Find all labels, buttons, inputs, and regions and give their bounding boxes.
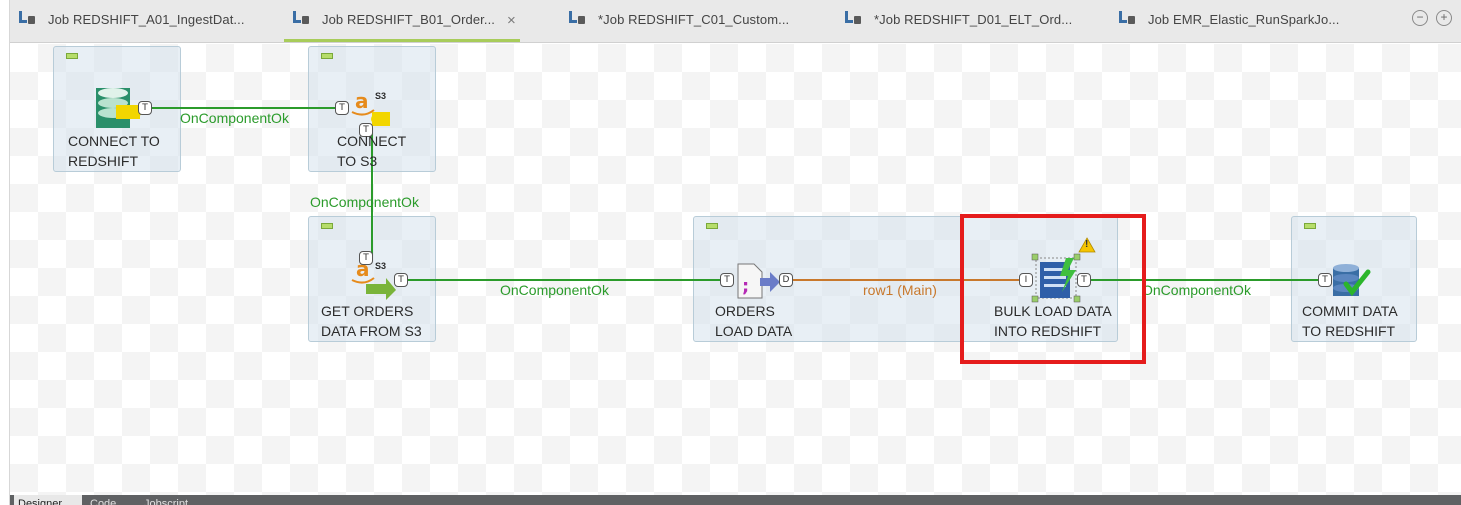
tab-label: Job EMR_Elastic_RunSparkJo... <box>1148 12 1340 27</box>
minimize-icon[interactable]: − <box>1412 10 1428 26</box>
label-line: TO S3 <box>337 153 378 169</box>
flow-label-oncomponentok[interactable]: OnComponentOk <box>310 194 419 210</box>
subjob-collapse-icon[interactable] <box>66 53 78 59</box>
job-icon <box>19 11 35 24</box>
subjob-collapse-icon[interactable] <box>706 223 718 229</box>
trigger-port[interactable]: T <box>720 273 734 287</box>
trigger-port[interactable]: T <box>359 251 373 265</box>
flow-label-oncomponentok[interactable]: OnComponentOk <box>1142 282 1251 298</box>
tab-jobscript[interactable]: Jobscript <box>140 495 210 505</box>
label-line: CONNECT TO <box>68 133 160 149</box>
tab-label: *Job REDSHIFT_D01_ELT_Ord... <box>874 12 1073 27</box>
trigger-port[interactable]: T <box>138 101 152 115</box>
subjob-collapse-icon[interactable] <box>1304 223 1316 229</box>
label-line: TO REDSHIFT <box>1302 323 1396 339</box>
job-icon <box>845 11 861 24</box>
subjob-collapse-icon[interactable] <box>321 223 333 229</box>
tab-job-emr-elastic[interactable]: Job EMR_Elastic_RunSparkJo... <box>1118 8 1339 42</box>
tab-job-redshift-d01[interactable]: *Job REDSHIFT_D01_ELT_Ord... <box>844 8 1072 42</box>
s3-badge: S3 <box>375 261 387 271</box>
active-tab-indicator <box>284 39 520 42</box>
tab-job-redshift-c01[interactable]: *Job REDSHIFT_C01_Custom... <box>568 8 789 42</box>
label-line: DATA FROM S3 <box>321 323 422 339</box>
job-icon <box>293 11 309 24</box>
flow-label-oncomponentok[interactable]: OnComponentOk <box>180 110 289 126</box>
label-line: LOAD DATA <box>715 323 793 339</box>
flow-label-row1-main[interactable]: row1 (Main) <box>863 282 937 298</box>
flow-label-oncomponentok[interactable]: OnComponentOk <box>500 282 609 298</box>
s3-badge: S3 <box>375 91 387 101</box>
editor-bottom-tabs: Designer Code Jobscript <box>10 495 1461 505</box>
left-border <box>0 0 10 505</box>
editor-tab-bar: Job REDSHIFT_A01_IngestDat... Job REDSHI… <box>10 0 1461 43</box>
job-icon <box>1119 11 1135 24</box>
tab-code[interactable]: Code <box>86 495 136 505</box>
component-label-connect-s3: CONNECT TO S3 <box>337 131 406 171</box>
highlight-box <box>960 214 1146 364</box>
tab-label: Job REDSHIFT_B01_Order... <box>322 12 496 27</box>
component-label-orders-load: ORDERS LOAD DATA <box>715 301 792 341</box>
close-icon[interactable]: × <box>507 12 516 29</box>
talend-job-designer: Job REDSHIFT_A01_IngestDat... Job REDSHI… <box>0 0 1461 505</box>
trigger-port[interactable]: T <box>1318 273 1332 287</box>
label-line: CONNECT <box>337 133 407 149</box>
component-label-connect-redshift: CONNECT TO REDSHIFT <box>68 131 160 171</box>
maximize-icon[interactable]: + <box>1436 10 1452 26</box>
subjob-collapse-icon[interactable] <box>321 53 333 59</box>
trigger-port[interactable]: T <box>335 101 349 115</box>
tab-job-redshift-a01[interactable]: Job REDSHIFT_A01_IngestDat... <box>18 8 245 42</box>
data-output-port[interactable]: D <box>779 273 793 287</box>
label-line: ORDERS <box>715 303 775 319</box>
tab-label: Job REDSHIFT_A01_IngestDat... <box>48 12 245 27</box>
label-line: REDSHIFT <box>68 153 138 169</box>
component-label-commit: COMMIT DATA TO REDSHIFT <box>1302 301 1398 341</box>
label-line: GET ORDERS <box>321 303 414 319</box>
component-label-get-orders: GET ORDERS DATA FROM S3 <box>321 301 422 341</box>
tab-designer[interactable]: Designer <box>14 495 82 505</box>
job-icon <box>569 11 585 24</box>
tab-label: *Job REDSHIFT_C01_Custom... <box>598 12 790 27</box>
label-line: COMMIT DATA <box>1302 303 1398 319</box>
tab-job-redshift-b01[interactable]: Job REDSHIFT_B01_Order... × <box>284 8 520 42</box>
trigger-port[interactable]: T <box>394 273 408 287</box>
